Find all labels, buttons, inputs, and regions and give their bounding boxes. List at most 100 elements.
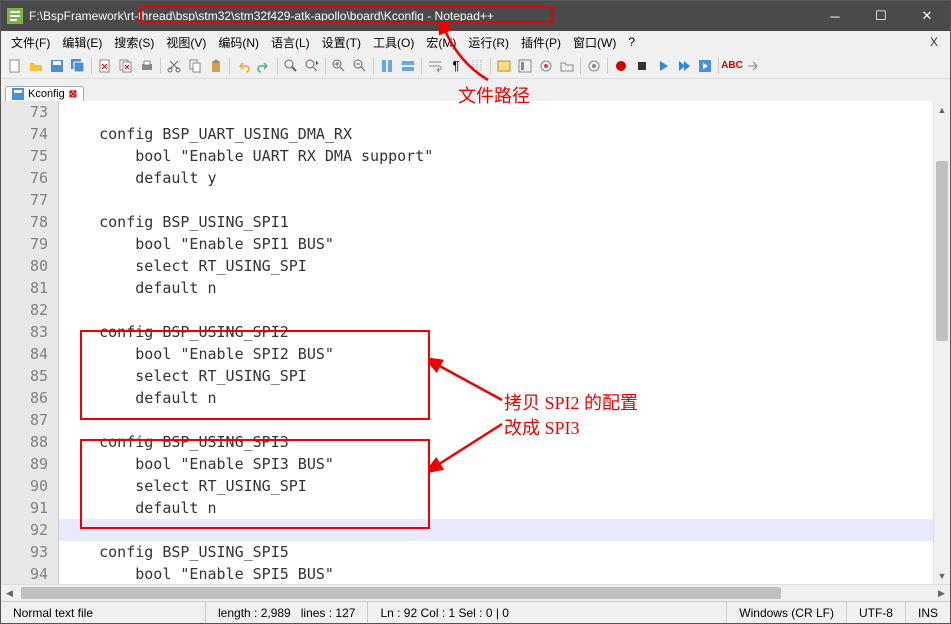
- close-button[interactable]: ✕: [904, 1, 950, 31]
- annotation-text-path: 文件路径: [458, 82, 530, 108]
- save-macro-icon[interactable]: [695, 56, 715, 76]
- func-list-icon[interactable]: [536, 56, 556, 76]
- scroll-left-arrow[interactable]: ◀: [1, 585, 18, 601]
- find-icon[interactable]: [281, 56, 301, 76]
- menu-tools[interactable]: 工具(O): [367, 34, 420, 51]
- code-line[interactable]: bool "Enable SPI5 BUS": [59, 563, 950, 584]
- spellcheck-icon[interactable]: ABC: [722, 56, 742, 76]
- scroll-down-arrow[interactable]: ▼: [934, 567, 950, 584]
- line-number: 85: [1, 365, 59, 387]
- code-line[interactable]: [59, 299, 950, 321]
- code-line[interactable]: default n: [59, 497, 950, 519]
- tab-kconfig[interactable]: Kconfig ⊠: [5, 86, 84, 101]
- vertical-scrollbar[interactable]: ▲ ▼: [933, 101, 950, 584]
- menu-language[interactable]: 语言(L): [265, 34, 316, 51]
- menu-plugins[interactable]: 插件(P): [515, 34, 567, 51]
- replace-icon[interactable]: [302, 56, 322, 76]
- menu-view[interactable]: 视图(V): [160, 34, 212, 51]
- print-icon[interactable]: [137, 56, 157, 76]
- status-length: length : 2,989 lines : 127: [206, 602, 368, 623]
- code-line[interactable]: bool "Enable SPI1 BUS": [59, 233, 950, 255]
- save-icon[interactable]: [47, 56, 67, 76]
- play-icon[interactable]: [653, 56, 673, 76]
- code-line[interactable]: bool "Enable UART RX DMA support": [59, 145, 950, 167]
- scroll-thumb-h[interactable]: [21, 587, 781, 599]
- line-number: 89: [1, 453, 59, 475]
- menu-settings[interactable]: 设置(T): [316, 34, 367, 51]
- save-all-icon[interactable]: [68, 56, 88, 76]
- paste-icon[interactable]: [206, 56, 226, 76]
- line-number: 91: [1, 497, 59, 519]
- horizontal-scrollbar[interactable]: ◀ ▶: [1, 584, 950, 601]
- tab-close-icon[interactable]: ⊠: [69, 89, 77, 100]
- copy-icon[interactable]: [185, 56, 205, 76]
- menu-help[interactable]: ?: [622, 35, 641, 49]
- status-file-type: Normal text file: [1, 602, 206, 623]
- scroll-thumb-v[interactable]: [936, 161, 948, 341]
- app-icon: [7, 8, 23, 24]
- status-cursor: Ln : 92 Col : 1 Sel : 0 | 0: [368, 602, 727, 623]
- folder-view-icon[interactable]: [557, 56, 577, 76]
- code-line[interactable]: config BSP_USING_SPI5: [59, 541, 950, 563]
- line-number: 90: [1, 475, 59, 497]
- stop-icon[interactable]: [632, 56, 652, 76]
- code-line[interactable]: default y: [59, 167, 950, 189]
- status-ins: INS: [906, 602, 950, 623]
- menu-window[interactable]: 窗口(W): [567, 34, 622, 51]
- line-number: 92: [1, 519, 59, 541]
- cut-icon[interactable]: [164, 56, 184, 76]
- close-all-icon[interactable]: [116, 56, 136, 76]
- zoom-out-icon[interactable]: [350, 56, 370, 76]
- new-file-icon[interactable]: [5, 56, 25, 76]
- annotation-arrow-title: [438, 22, 498, 84]
- open-file-icon[interactable]: [26, 56, 46, 76]
- tab-label: Kconfig: [28, 88, 65, 100]
- play-multi-icon[interactable]: [674, 56, 694, 76]
- line-number: 78: [1, 211, 59, 233]
- menu-edit[interactable]: 编辑(E): [56, 34, 108, 51]
- code-line[interactable]: [59, 519, 950, 541]
- code-line[interactable]: config BSP_USING_SPI1: [59, 211, 950, 233]
- menu-file[interactable]: 文件(F): [5, 34, 56, 51]
- annotation-arrow-spi3: [430, 418, 510, 478]
- code-line[interactable]: [59, 189, 950, 211]
- minimize-button[interactable]: ─: [812, 1, 858, 31]
- sync-h-icon[interactable]: [398, 56, 418, 76]
- monitor-icon[interactable]: [584, 56, 604, 76]
- zoom-in-icon[interactable]: [329, 56, 349, 76]
- line-number: 73: [1, 101, 59, 123]
- line-number: 74: [1, 123, 59, 145]
- status-eol: Windows (CR LF): [727, 602, 847, 623]
- line-number: 87: [1, 409, 59, 431]
- code-line[interactable]: select RT_USING_SPI: [59, 475, 950, 497]
- code-line[interactable]: config BSP_UART_USING_DMA_RX: [59, 123, 950, 145]
- menu-search[interactable]: 搜索(S): [108, 34, 160, 51]
- code-line[interactable]: config BSP_USING_SPI2: [59, 321, 950, 343]
- close-file-icon[interactable]: [95, 56, 115, 76]
- code-area[interactable]: config BSP_UART_USING_DMA_RX bool "Enabl…: [59, 101, 950, 584]
- annotation-text-copy: 拷贝 SPI2 的配置改成 SPI3: [504, 391, 638, 441]
- undo-icon[interactable]: [233, 56, 253, 76]
- line-number: 88: [1, 431, 59, 453]
- line-number: 82: [1, 299, 59, 321]
- code-line[interactable]: default n: [59, 277, 950, 299]
- record-icon[interactable]: [611, 56, 631, 76]
- menu-close-x[interactable]: X: [922, 35, 946, 49]
- status-encoding: UTF-8: [847, 602, 906, 623]
- doc-map-icon[interactable]: [515, 56, 535, 76]
- line-number: 93: [1, 541, 59, 563]
- sync-v-icon[interactable]: [377, 56, 397, 76]
- line-number: 86: [1, 387, 59, 409]
- scroll-right-arrow[interactable]: ▶: [933, 585, 950, 601]
- redo-icon[interactable]: [254, 56, 274, 76]
- spellcheck-next-icon[interactable]: [743, 56, 763, 76]
- line-gutter: 7374757677787980818283848586878889909192…: [1, 101, 59, 584]
- editor-area[interactable]: 7374757677787980818283848586878889909192…: [1, 101, 950, 584]
- status-bar: Normal text file length : 2,989 lines : …: [1, 601, 950, 623]
- line-number: 94: [1, 563, 59, 584]
- annotation-arrow-spi2: [430, 358, 510, 408]
- code-line[interactable]: select RT_USING_SPI: [59, 255, 950, 277]
- menu-encoding[interactable]: 编码(N): [212, 34, 265, 51]
- scroll-up-arrow[interactable]: ▲: [934, 101, 950, 118]
- maximize-button[interactable]: ☐: [858, 1, 904, 31]
